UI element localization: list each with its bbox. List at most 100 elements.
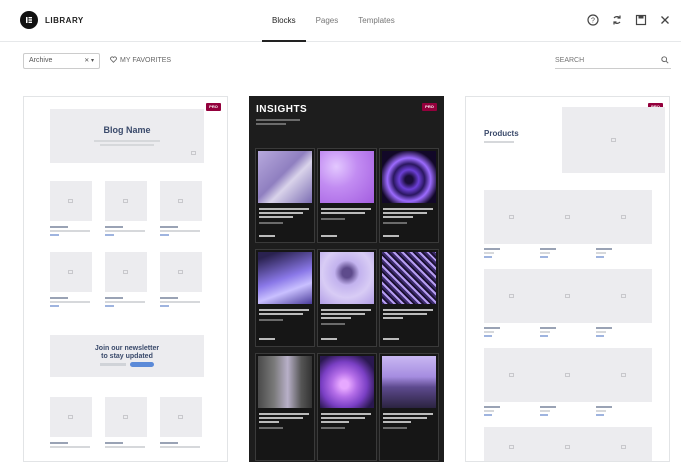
post-thumbnail [105, 181, 147, 221]
text-line [259, 208, 309, 210]
insights-article [255, 353, 315, 461]
sync-icon[interactable] [611, 14, 623, 26]
price-line [596, 252, 606, 254]
template-card-products[interactable]: PRO Products [465, 96, 670, 462]
tab-templates[interactable]: Templates [348, 0, 404, 42]
price-line [484, 331, 494, 333]
text-line [321, 317, 351, 319]
product-thumbnail [540, 427, 596, 461]
article-image [382, 151, 436, 203]
newsletter-input-line [100, 363, 126, 366]
product-title-line [484, 248, 500, 250]
article-image [382, 252, 436, 304]
post-thumbnail [50, 181, 92, 221]
text-line [383, 313, 427, 315]
text-line [256, 123, 286, 125]
insights-article [255, 249, 315, 347]
read-more-line [50, 234, 59, 236]
subscribe-button [130, 362, 154, 367]
post-thumbnail [105, 252, 147, 292]
post-thumbnail [160, 252, 202, 292]
text-line [259, 212, 303, 214]
chevron-down-icon[interactable]: ▾ [91, 58, 94, 64]
category-select[interactable]: Archive ✕ ▾ [23, 53, 100, 69]
newsletter-heading-line1: Join our newsletter [94, 345, 160, 352]
text-line [383, 417, 427, 419]
text-line [383, 317, 403, 319]
insights-article [379, 148, 439, 243]
insights-article [255, 148, 315, 243]
read-more-line [383, 338, 399, 340]
product-title-line [540, 327, 556, 329]
image-placeholder-icon [565, 445, 570, 449]
article-image [320, 252, 374, 304]
help-icon[interactable]: ? [587, 14, 599, 26]
search-icon[interactable] [661, 54, 669, 69]
close-icon[interactable] [659, 14, 671, 26]
search-input[interactable] [555, 57, 655, 64]
text-line [383, 212, 427, 214]
price-line [596, 410, 606, 412]
text-line [383, 222, 407, 224]
text-line [383, 421, 411, 423]
image-placeholder-icon [509, 373, 514, 377]
text-line [321, 417, 365, 419]
text-line [259, 421, 279, 423]
image-placeholder-icon [191, 151, 196, 155]
image-placeholder-icon [178, 415, 183, 419]
insights-article [379, 249, 439, 347]
heart-icon [110, 56, 117, 65]
post-title-line [50, 442, 68, 444]
pro-badge: PRO [206, 103, 221, 111]
elementor-logo-icon [20, 11, 38, 29]
text-line [383, 413, 433, 415]
clear-icon[interactable]: ✕ [84, 58, 89, 64]
product-title-line [596, 406, 612, 408]
image-placeholder-icon [123, 199, 128, 203]
insights-article [317, 249, 377, 347]
post-title-line [105, 226, 123, 228]
product-thumbnail [540, 348, 596, 402]
header-bar: LIBRARY Blocks Pages Templates ? [0, 0, 681, 42]
post-title-line [160, 226, 178, 228]
image-placeholder-icon [68, 270, 73, 274]
image-placeholder-icon [610, 138, 616, 142]
image-placeholder-icon [621, 445, 626, 449]
product-title-line [540, 248, 556, 250]
product-title-line [484, 327, 500, 329]
product-thumbnail [484, 269, 540, 323]
product-title-line [484, 406, 500, 408]
product-thumbnail [596, 269, 652, 323]
price-line [484, 252, 494, 254]
text-line [259, 413, 309, 415]
save-icon[interactable] [635, 14, 647, 26]
favorites-filter[interactable]: MY FAVORITES [110, 56, 171, 65]
read-more-line [50, 305, 59, 307]
add-to-cart-line [596, 335, 604, 337]
text-line [160, 230, 200, 232]
text-line [259, 222, 283, 224]
product-thumbnail [596, 190, 652, 244]
blog-heading: Blog Name [103, 125, 151, 135]
image-placeholder-icon [178, 270, 183, 274]
template-card-insights[interactable]: PRO INSIGHTS [249, 96, 444, 462]
newsletter-heading-line2: to stay updated [101, 353, 153, 360]
post-title-line [50, 297, 68, 299]
image-placeholder-icon [509, 445, 514, 449]
price-line [540, 331, 550, 333]
library-tabs: Blocks Pages Templates [262, 0, 405, 42]
text-line [321, 427, 345, 429]
text-line [259, 427, 283, 429]
post-title-line [50, 226, 68, 228]
add-to-cart-line [484, 256, 492, 258]
text-line [105, 230, 145, 232]
add-to-cart-line [540, 256, 548, 258]
tab-blocks[interactable]: Blocks [262, 0, 306, 42]
template-card-blog[interactable]: PRO Blog Name Join our newsletter to sta… [23, 96, 228, 462]
text-line [50, 230, 90, 232]
text-line [259, 319, 283, 321]
tab-pages[interactable]: Pages [306, 0, 349, 42]
post-thumbnail [50, 397, 92, 437]
post-thumbnail [160, 397, 202, 437]
post-thumbnail [50, 252, 92, 292]
